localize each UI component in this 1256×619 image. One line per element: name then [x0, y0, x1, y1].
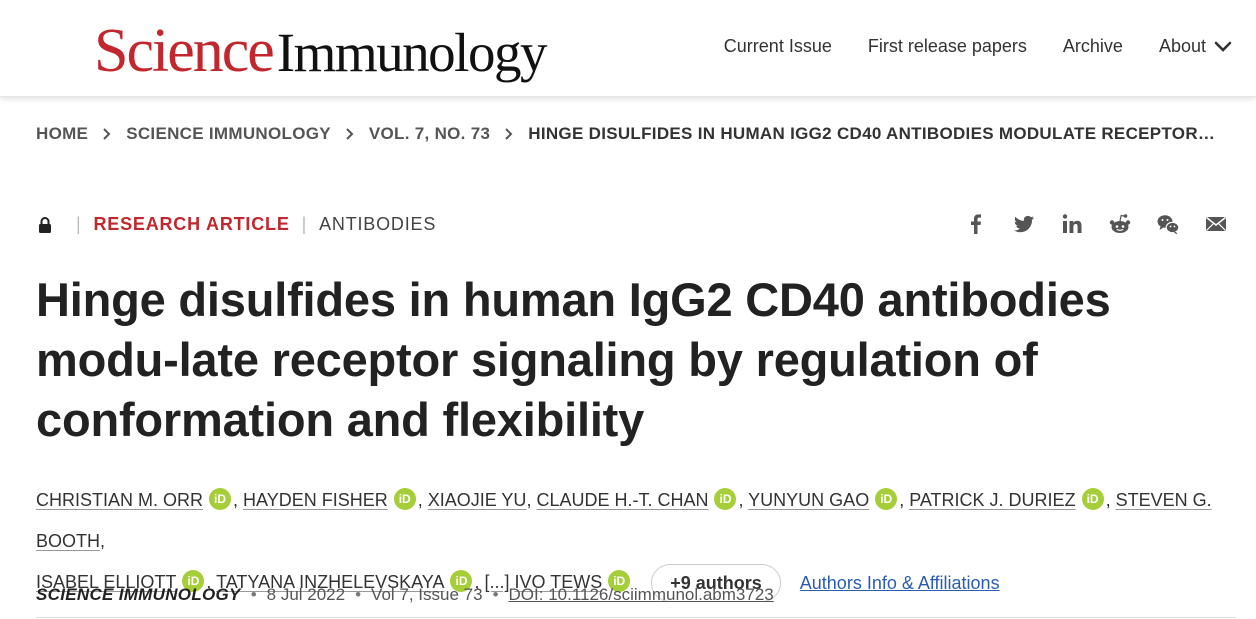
share-facebook-button[interactable]: [964, 212, 988, 236]
breadcrumb-home[interactable]: HOME: [36, 124, 88, 144]
nav-first-release-papers[interactable]: First release papers: [868, 36, 1027, 57]
journal-logo[interactable]: ScienceImmunology: [94, 14, 548, 88]
nav-about-label: About: [1158, 36, 1206, 56]
share-twitter-button[interactable]: [1012, 212, 1036, 236]
article-meta-row: | RESEARCH ARTICLE | ANTIBODIES: [38, 214, 436, 235]
twitter-icon: [1014, 215, 1034, 233]
nav-about[interactable]: About: [1159, 36, 1232, 57]
orcid-icon[interactable]: iD: [1081, 488, 1104, 511]
orcid-icon[interactable]: iD: [393, 488, 416, 511]
volume-issue: Vol 7, Issue 73: [371, 585, 483, 604]
logo-immunology-text: Immunology: [276, 22, 548, 83]
breadcrumb-journal[interactable]: SCIENCE IMMUNOLOGY: [126, 124, 331, 144]
nav-archive[interactable]: Archive: [1063, 36, 1123, 57]
chevron-down-icon: [1214, 41, 1232, 52]
share-linkedin-button[interactable]: [1060, 212, 1084, 236]
orcid-icon[interactable]: iD: [714, 488, 737, 511]
author-link[interactable]: HAYDEN FISHER: [243, 490, 388, 510]
breadcrumb-current-article: HINGE DISULFIDES IN HUMAN IGG2 CD40 ANTI…: [528, 124, 1216, 143]
authors-affiliations-link[interactable]: Authors Info & Affiliations: [800, 573, 1000, 593]
chevron-right-icon: [346, 128, 354, 140]
share-email-button[interactable]: [1204, 212, 1228, 236]
journal-name: SCIENCE IMMUNOLOGY: [36, 585, 241, 604]
article-subject[interactable]: ANTIBODIES: [319, 214, 436, 235]
author-link[interactable]: CHRISTIAN M. ORR: [36, 490, 203, 510]
separator-dot: •: [355, 585, 362, 604]
separator-dot: •: [492, 585, 499, 604]
citation-row: SCIENCE IMMUNOLOGY • 8 Jul 2022 • Vol 7,…: [36, 585, 774, 605]
reddit-icon: [1109, 214, 1131, 233]
divider: |: [301, 214, 308, 234]
breadcrumb-issue[interactable]: VOL. 7, NO. 73: [369, 124, 490, 144]
divider: |: [76, 214, 82, 234]
orcid-icon[interactable]: iD: [209, 488, 232, 511]
orcid-icon[interactable]: iD: [875, 488, 898, 511]
email-icon: [1206, 216, 1226, 231]
share-reddit-button[interactable]: [1108, 212, 1132, 236]
chevron-right-icon: [505, 128, 513, 140]
publication-date: 8 Jul 2022: [266, 585, 346, 604]
author-link[interactable]: PATRICK J. DURIEZ: [909, 490, 1075, 510]
author-link[interactable]: XIAOJIE YU: [428, 490, 527, 510]
chevron-right-icon: [103, 128, 111, 140]
doi-link[interactable]: DOI: 10.1126/sciimmunol.abm3723: [509, 585, 774, 605]
share-wechat-button[interactable]: [1156, 212, 1180, 236]
lock-icon: [39, 216, 51, 233]
separator-dot: •: [250, 585, 257, 604]
author-link[interactable]: YUNYUN GAO: [748, 490, 869, 510]
divider: [36, 617, 1236, 618]
site-header: ScienceImmunology Current Issue First re…: [0, 0, 1256, 97]
author-link[interactable]: CLAUDE H.-T. CHAN: [536, 490, 708, 510]
wechat-icon: [1157, 215, 1180, 235]
main-nav: Current Issue First release papers Archi…: [724, 36, 1232, 57]
facebook-icon: [971, 214, 981, 234]
article-type-badge[interactable]: RESEARCH ARTICLE: [93, 214, 289, 235]
linkedin-icon: [1062, 214, 1082, 233]
article-title: Hinge disulfides in human IgG2 CD40 anti…: [36, 273, 1111, 446]
nav-current-issue[interactable]: Current Issue: [724, 36, 832, 57]
breadcrumb: HOME SCIENCE IMMUNOLOGY VOL. 7, NO. 73 H…: [36, 124, 1215, 144]
share-bar: [964, 212, 1228, 236]
logo-science-text: Science: [94, 17, 275, 85]
